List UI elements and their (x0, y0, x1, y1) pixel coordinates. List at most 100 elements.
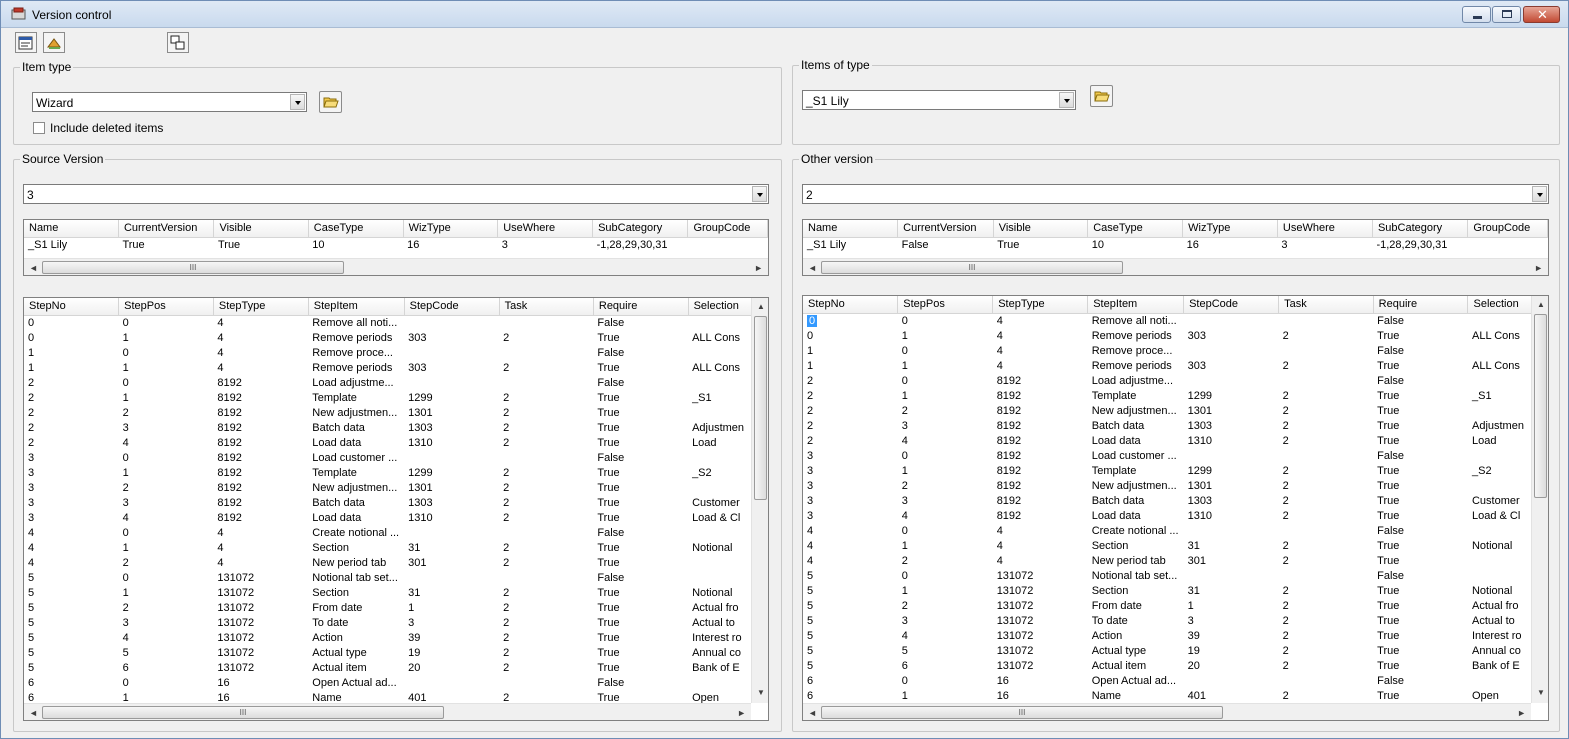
table-cell[interactable]: 303 (1184, 358, 1279, 373)
table-cell[interactable]: 4 (213, 360, 308, 375)
table-cell[interactable]: 8192 (213, 450, 308, 465)
table-cell[interactable] (1279, 343, 1373, 358)
table-cell[interactable]: True (1373, 598, 1468, 613)
table-cell[interactable]: 2 (119, 600, 214, 615)
table-cell[interactable]: True (593, 585, 688, 600)
table-cell[interactable]: True (593, 645, 688, 660)
table-cell[interactable]: 2 (1279, 553, 1373, 568)
table-cell[interactable]: 3 (498, 237, 593, 252)
source-steps-grid[interactable]: StepNo StepPos StepType StepItem StepCode Tas… (23, 297, 769, 721)
table-cell[interactable]: 0 (898, 448, 993, 463)
table-cell[interactable]: 4 (803, 538, 898, 553)
table-cell[interactable]: 16 (993, 688, 1088, 703)
table-cell[interactable]: True (593, 390, 688, 405)
table-cell[interactable]: -1,28,29,30,31 (593, 237, 688, 252)
scroll-left-icon[interactable]: ◄ (808, 708, 817, 718)
table-row[interactable]: _S1 Lily True True 10 16 3 -1,28,29,30,31 (24, 237, 768, 252)
table-cell[interactable]: 20 (404, 660, 499, 675)
table-cell[interactable]: 3 (803, 448, 898, 463)
table-cell[interactable]: 31 (1184, 538, 1279, 553)
table-cell[interactable]: Load adjustme... (308, 375, 404, 390)
table-row[interactable]: 2 4 8192 Load data 1310 2 True Load (24, 435, 768, 450)
table-cell[interactable]: 2 (1279, 508, 1373, 523)
table-cell[interactable] (499, 570, 593, 585)
scroll-right-icon[interactable]: ► (1517, 708, 1526, 718)
table-row[interactable]: 0 0 4 Remove all noti... False (24, 315, 768, 330)
table-row[interactable]: 5 3 131072 To date 3 2 True Actual to (24, 615, 768, 630)
table-cell[interactable]: Actual type (1088, 643, 1184, 658)
table-row[interactable]: 3 2 8192 New adjustmen... 1301 2 True (24, 480, 768, 495)
minimize-button[interactable] (1462, 6, 1491, 23)
table-cell[interactable]: True (1373, 433, 1468, 448)
column-header[interactable]: StepItem (1087, 296, 1185, 314)
table-cell[interactable]: 16 (213, 675, 308, 690)
table-cell[interactable]: 2 (1279, 658, 1373, 673)
table-row[interactable]: 3 2 8192 New adjustmen... 1301 2 True (803, 478, 1548, 493)
table-cell[interactable]: 3 (119, 420, 214, 435)
table-cell[interactable]: 8192 (993, 478, 1088, 493)
table-cell[interactable]: Load data (308, 510, 404, 525)
table-cell[interactable]: 4 (119, 630, 214, 645)
column-header[interactable]: StepItem (308, 298, 405, 316)
column-header[interactable]: GroupCode (687, 220, 768, 238)
table-row[interactable]: 5 1 131072 Section 31 2 True Notional (24, 585, 768, 600)
table-cell[interactable]: 8192 (993, 373, 1088, 388)
table-cell[interactable]: 303 (1184, 328, 1279, 343)
table-cell[interactable]: 3 (1277, 237, 1372, 252)
table-cell[interactable]: False (593, 315, 688, 330)
table-cell[interactable]: True (1373, 388, 1468, 403)
table-cell[interactable]: 1 (898, 538, 993, 553)
table-row[interactable]: 5 5 131072 Actual type 19 2 True Annual co (803, 643, 1548, 658)
table-cell[interactable]: 1 (119, 330, 214, 345)
table-cell[interactable]: 2 (1279, 583, 1373, 598)
table-row[interactable]: 3 1 8192 Template 1299 2 True _S2 (24, 465, 768, 480)
source-version-select[interactable]: 3 (23, 184, 769, 204)
table-cell[interactable]: 131072 (213, 615, 308, 630)
column-header[interactable]: Require (1373, 296, 1469, 314)
column-header[interactable]: CaseType (308, 220, 404, 238)
table-cell[interactable]: 4 (898, 628, 993, 643)
table-cell[interactable]: True (1373, 328, 1468, 343)
table-cell[interactable]: 2 (898, 598, 993, 613)
table-cell[interactable]: 0 (803, 313, 898, 328)
table-cell[interactable]: 2 (499, 420, 593, 435)
table-cell[interactable]: Name (1088, 688, 1184, 703)
table-cell[interactable]: 16 (1183, 237, 1278, 252)
table-cell[interactable]: 3 (24, 450, 119, 465)
table-cell[interactable]: 1299 (404, 390, 499, 405)
table-cell[interactable]: New adjustmen... (308, 405, 404, 420)
open-tool-button[interactable] (43, 32, 65, 53)
table-cell[interactable] (404, 315, 499, 330)
table-row[interactable]: 2 2 8192 New adjustmen... 1301 2 True (803, 403, 1548, 418)
table-row[interactable]: 2 0 8192 Load adjustme... False (803, 373, 1548, 388)
table-cell[interactable]: Batch data (308, 420, 404, 435)
table-cell[interactable]: Batch data (308, 495, 404, 510)
table-cell[interactable]: 4 (898, 508, 993, 523)
table-cell[interactable]: 3 (898, 493, 993, 508)
table-cell[interactable]: Template (308, 390, 404, 405)
other-summary-grid[interactable]: Name CurrentVersion Visible CaseType WizType… (802, 219, 1549, 276)
table-cell[interactable]: _S1 Lily (803, 237, 898, 252)
table-cell[interactable]: 2 (499, 600, 593, 615)
table-cell[interactable]: Batch data (1088, 418, 1184, 433)
table-cell[interactable]: 2 (1279, 418, 1373, 433)
table-cell[interactable] (1279, 448, 1373, 463)
column-header[interactable]: WizType (403, 220, 499, 238)
horizontal-scroll-thumb[interactable]: III (821, 261, 1123, 274)
table-cell[interactable]: 1303 (1184, 418, 1279, 433)
table-cell[interactable]: True (1373, 643, 1468, 658)
table-cell[interactable]: 2 (119, 555, 214, 570)
column-header[interactable]: Name (24, 220, 119, 238)
table-cell[interactable]: True (1373, 613, 1468, 628)
table-cell[interactable]: Remove all noti... (1088, 313, 1184, 328)
table-cell[interactable]: True (1373, 658, 1468, 673)
item-type-open-button[interactable] (319, 91, 342, 113)
table-cell[interactable]: 0 (119, 345, 214, 360)
table-cell[interactable]: 6 (898, 658, 993, 673)
table-cell[interactable]: True (593, 495, 688, 510)
table-cell[interactable]: 1303 (1184, 493, 1279, 508)
horizontal-scroll-thumb[interactable]: III (42, 261, 344, 274)
table-cell[interactable]: 5 (24, 630, 119, 645)
table-cell[interactable] (404, 450, 499, 465)
table-cell[interactable]: 1301 (404, 405, 499, 420)
